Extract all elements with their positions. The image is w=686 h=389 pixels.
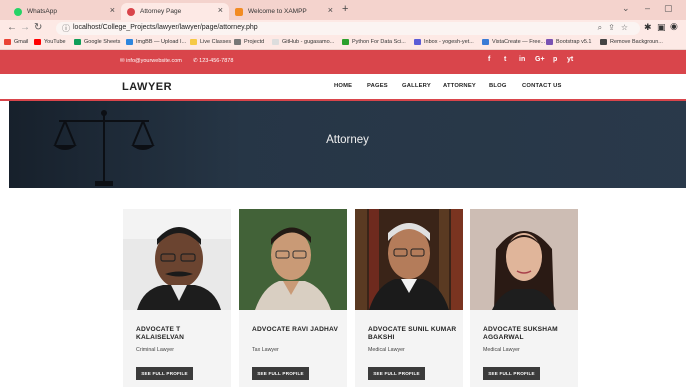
inbox-icon	[414, 39, 421, 45]
close-tab-icon[interactable]: ×	[218, 5, 223, 15]
see-full-profile-button[interactable]: SEE FULL PROFILE	[136, 367, 193, 380]
attorney-card: ADVOCATE T KALAISELVAN Criminal Lawyer S…	[123, 209, 231, 387]
bookmark-google-sheets[interactable]: Google Sheets	[74, 39, 120, 45]
attorney-role: Medical Lawyer	[368, 347, 405, 353]
bookmark-youtube[interactable]: YouTube	[34, 39, 66, 45]
sidepanel-icon[interactable]: ▣	[657, 22, 666, 33]
bootstrap-icon	[546, 39, 553, 45]
profile-avatar-icon[interactable]: ◉	[670, 21, 678, 32]
browser-tab-xampp[interactable]: Welcome to XAMPP ×	[229, 3, 339, 20]
xampp-favicon-icon	[235, 7, 243, 16]
address-bar[interactable]: ⓘ localhost/College_Projects/lawyer/lawy…	[56, 22, 640, 35]
see-full-profile-button[interactable]: SEE FULL PROFILE	[252, 367, 309, 380]
sheets-icon	[74, 39, 81, 45]
menu-item-blog[interactable]: BLOG	[489, 83, 507, 89]
see-full-profile-button[interactable]: SEE FULL PROFILE	[368, 367, 425, 380]
browser-toolbar: ← → ↻ ⓘ localhost/College_Projects/lawye…	[0, 20, 686, 37]
bookmark-python[interactable]: Python For Data Sci...	[342, 39, 406, 45]
attorney-photo	[123, 209, 231, 310]
attorney-favicon-icon	[127, 7, 135, 16]
email-contact[interactable]: ✉ info@yourwebsite.com	[120, 58, 182, 64]
scales-of-justice-icon	[53, 110, 155, 186]
pinterest-icon[interactable]: p	[553, 56, 557, 63]
browser-tab-whatsapp[interactable]: WhatsApp ×	[8, 3, 121, 20]
bookmark-inbox[interactable]: Inbox - yogesh-yet...	[414, 39, 474, 45]
bookmark-github[interactable]: GitHub - gugasamo...	[272, 39, 334, 45]
python-icon	[342, 39, 349, 45]
tab-title: WhatsApp	[27, 8, 57, 15]
bookmarks-bar: Gmail YouTube Google Sheets ImgBB — Uplo…	[0, 37, 686, 50]
attorney-name: ADVOCATE SUNIL KUMAR BAKSHI	[368, 326, 457, 341]
phone-contact[interactable]: ✆ 123-456-7878	[193, 58, 233, 64]
bookmark-projectd[interactable]: Projectd	[234, 39, 264, 45]
menu-item-gallery[interactable]: GALLERY	[402, 83, 431, 89]
address-url[interactable]: localhost/College_Projects/lawyer/lawyer…	[73, 24, 258, 31]
imgbb-icon	[126, 39, 133, 45]
maximize-icon[interactable]: ▢	[664, 3, 673, 14]
bookmark-live-classes[interactable]: Live Classes	[190, 39, 231, 45]
close-tab-icon[interactable]: ×	[110, 5, 115, 15]
extensions-icon[interactable]: ✱	[644, 22, 652, 33]
bookmark-imgbb[interactable]: ImgBB — Upload I...	[126, 39, 186, 45]
bookmark-bootstrap[interactable]: Bootstrap v5.1	[546, 39, 591, 45]
youtube-icon[interactable]: yt	[567, 56, 573, 63]
github-icon	[272, 39, 279, 45]
projectd-icon	[234, 39, 241, 45]
attorney-name: ADVOCATE T KALAISELVAN	[136, 326, 185, 341]
attorney-role: Medical Lawyer	[483, 347, 520, 353]
attorney-photo	[239, 209, 347, 310]
folder-icon	[190, 39, 197, 45]
close-tab-icon[interactable]: ×	[328, 5, 333, 15]
whatsapp-favicon-icon	[14, 7, 22, 16]
attorney-card: ADVOCATE SUNIL KUMAR BAKSHI Medical Lawy…	[355, 209, 463, 387]
youtube-icon	[34, 39, 41, 45]
see-full-profile-button[interactable]: SEE FULL PROFILE	[483, 367, 540, 380]
bookmark-remove-bg[interactable]: Remove Backgroun...	[600, 39, 663, 45]
browser-tab-attorney[interactable]: Attorney Page ×	[121, 3, 229, 20]
attorney-card: ADVOCATE RAVI JADHAV Tax Lawyer SEE FULL…	[239, 209, 347, 387]
site-info-icon[interactable]: ⓘ	[62, 23, 70, 34]
bookmark-gmail[interactable]: Gmail	[4, 39, 28, 45]
new-tab-button[interactable]: +	[342, 3, 348, 15]
omnibox-actions[interactable]: ⌕⇪☆	[598, 23, 634, 33]
tab-title: Welcome to XAMPP	[248, 8, 307, 15]
facebook-icon[interactable]: f	[488, 56, 490, 63]
menu-item-pages[interactable]: PAGES	[367, 83, 388, 89]
forward-icon[interactable]: →	[20, 22, 30, 34]
menu-item-home[interactable]: HOME	[334, 83, 352, 89]
attorney-role: Tax Lawyer	[252, 347, 279, 353]
tab-search-icon[interactable]: ⌄	[622, 3, 630, 14]
browser-tab-bar: WhatsApp × Attorney Page × Welcome to XA…	[0, 0, 686, 20]
attorney-name: ADVOCATE SUKSHAM AGGARWAL	[483, 326, 558, 341]
vistacreate-icon	[482, 39, 489, 45]
menu-item-attorney[interactable]: ATTORNEY	[443, 83, 476, 89]
page-title: Attorney	[326, 134, 369, 146]
menu-item-contact-us[interactable]: CONTACT US	[522, 83, 562, 89]
twitter-icon[interactable]: t	[504, 56, 506, 63]
attorney-photo	[470, 209, 578, 310]
attorney-card: ADVOCATE SUKSHAM AGGARWAL Medical Lawyer…	[470, 209, 578, 387]
back-icon[interactable]: ←	[7, 22, 17, 34]
minimize-icon[interactable]: –	[645, 3, 650, 13]
site-header: LAWYER HOME PAGES GALLERY ATTORNEY BLOG …	[0, 74, 686, 101]
attorney-name: ADVOCATE RAVI JADHAV	[252, 326, 339, 333]
reload-icon[interactable]: ↻	[34, 22, 42, 34]
site-logo[interactable]: LAWYER	[122, 81, 172, 93]
bookmark-vistacreate[interactable]: VistaCreate — Free...	[482, 39, 545, 45]
google-plus-icon[interactable]: G+	[535, 56, 545, 63]
removebg-icon	[600, 39, 607, 45]
linkedin-icon[interactable]: in	[519, 56, 525, 63]
page-hero-banner: Attorney	[9, 101, 686, 188]
attorney-photo	[355, 209, 463, 310]
tab-title: Attorney Page	[140, 8, 182, 15]
site-top-bar: ✉ info@yourwebsite.com ✆ 123-456-7878 f …	[0, 50, 686, 74]
gmail-icon	[4, 39, 11, 45]
attorney-role: Criminal Lawyer	[136, 347, 174, 353]
